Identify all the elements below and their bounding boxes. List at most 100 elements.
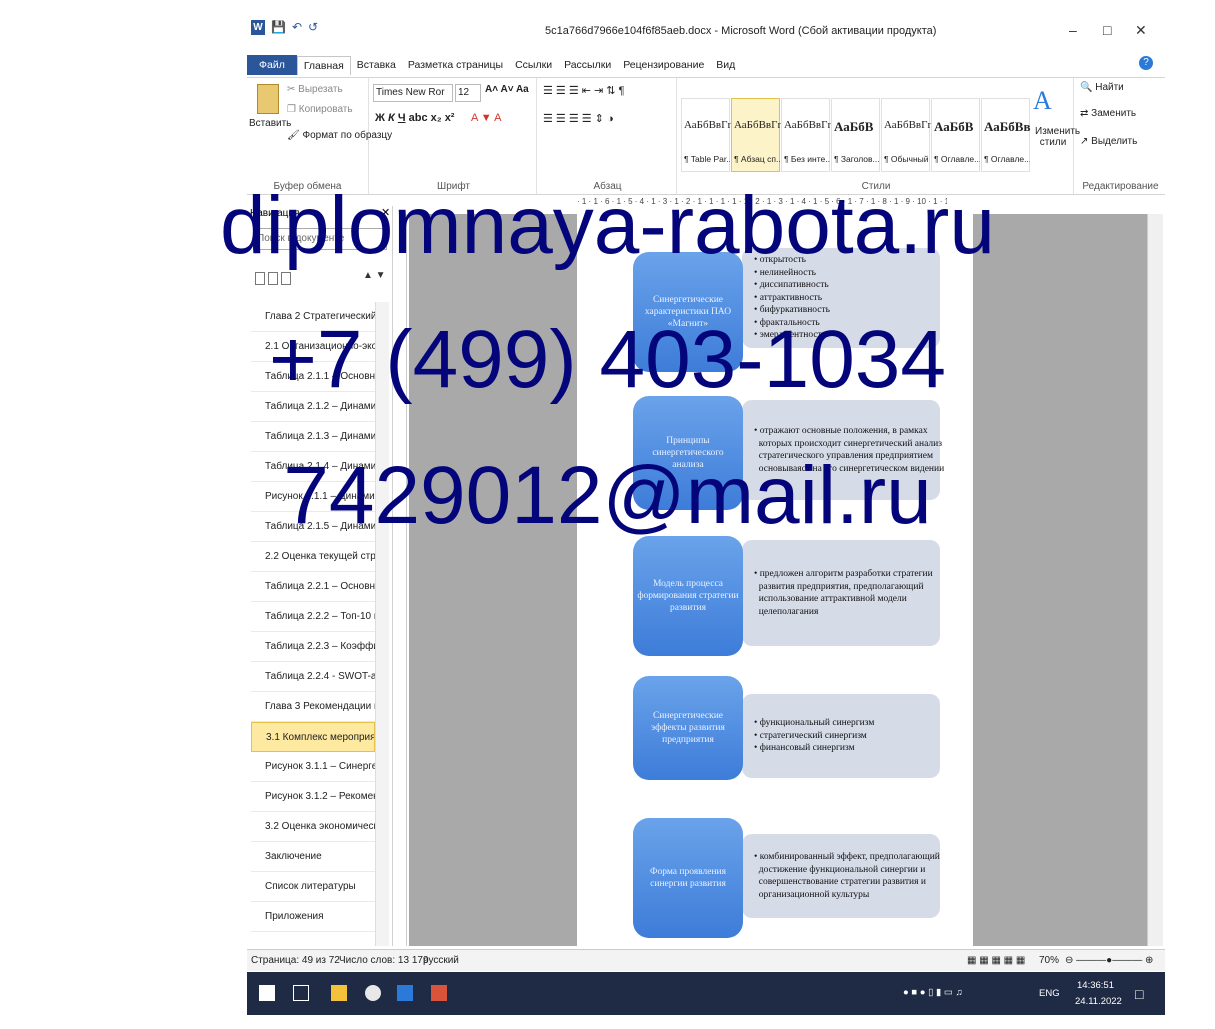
diagram-bullet: организационной культуры (758, 889, 870, 900)
style-preview-sample: АаБбВвГг (734, 119, 782, 131)
app-taskbar-icon[interactable] (431, 985, 447, 1001)
style-preview-sample: АаБбВвГг (884, 119, 932, 131)
tab-mailings[interactable]: Рассылки (558, 56, 617, 74)
nav-item[interactable]: Рисунок 3.1.1 – Синергетиче... (251, 752, 375, 782)
style-preview[interactable]: АаБбВвГг ¶ Обычный (881, 98, 932, 172)
copy-button[interactable]: ❐ Копировать (287, 104, 353, 115)
font-group: Times New Ror 12 A˄ A˅ Aa Ж К Ч abc x₂ x… (371, 78, 537, 194)
nav-item[interactable]: Список литературы (251, 872, 375, 902)
style-preview[interactable]: АаБбВвГг ¶ Абзац сп... (731, 98, 782, 172)
nav-item[interactable]: 3.2 Оценка экономической ... (251, 812, 375, 842)
nav-item[interactable]: 2.2 Оценка текущей стратег... (251, 542, 375, 572)
windows-start-icon[interactable] (259, 985, 275, 1001)
word-taskbar-icon[interactable] (397, 985, 413, 1001)
explorer-icon[interactable] (331, 985, 347, 1001)
tab-home[interactable]: Главная (296, 55, 351, 75)
nav-item[interactable]: Таблица 2.2.2 – Топ-10 горо... (251, 602, 375, 632)
nav-item[interactable]: Таблица 2.2.4 - SWOT-анали... (251, 662, 375, 692)
cut-button[interactable]: ✂ Вырезать (287, 84, 343, 95)
tab-layout[interactable]: Разметка страницы (402, 56, 509, 74)
font-size-select[interactable]: 12 (455, 84, 481, 102)
task-view-icon[interactable] (293, 985, 309, 1001)
tab-references[interactable]: Ссылки (509, 56, 558, 74)
style-preview-name: ¶ Обычный (884, 154, 929, 164)
style-preview[interactable]: АаБбВвГг ¶ Table Par... (681, 98, 732, 172)
change-styles-icon[interactable]: A (1033, 86, 1052, 116)
diagram-box: Форма проявления синергии развития (633, 818, 743, 938)
nav-item[interactable]: Таблица 2.2.1 – Основные п... (251, 572, 375, 602)
save-icon[interactable]: 💾 (271, 20, 286, 35)
screen: W 💾 ↶ ↺ 5c1a766d7966e104f6f85aeb.docx - … (0, 0, 1215, 1029)
find-button[interactable]: 🔍 Найти (1080, 82, 1124, 93)
tray-icons[interactable]: ● ■ ● ▯ ▮ ▭ ♫ (903, 987, 963, 998)
style-preview-name: ¶ Абзац сп... (734, 154, 780, 164)
nav-item[interactable]: Таблица 2.2.3 – Коэффицие... (251, 632, 375, 662)
clock-time[interactable]: 14:36:51 (1077, 980, 1114, 991)
format-buttons[interactable]: Ж К Ч abc x₂ x² (375, 112, 454, 124)
diagram-box-label: Модель процесса формирования стратегии р… (637, 579, 739, 613)
diagram-bullet: • отражают основные положения, в рамках (754, 426, 928, 436)
taskbar: ● ■ ● ▯ ▮ ▭ ♫ ENG 14:36:51 24.11.2022 □ (247, 972, 1165, 1015)
diagram-box: Синергетические эффекты развития предпри… (633, 676, 743, 780)
styles-group: АаБбВвГг ¶ Table Par... АаБбВвГг ¶ Абзац сп… (679, 78, 1080, 194)
zoom-level[interactable]: 70% (1039, 955, 1059, 966)
diagram-bullet: • аттрактивность (754, 292, 823, 303)
view-mode-icons[interactable]: ▦ ▦ ▦ ▦ ▦ (967, 955, 1025, 966)
style-preview-sample: АаБбВв (984, 119, 1031, 134)
diagram-bullet: • финансовый синергизм (754, 743, 855, 754)
diagram-bullet: достижение функциональной синергии и (758, 864, 926, 875)
style-preview-sample: АаБбВвГг (784, 119, 832, 131)
paste-icon[interactable] (257, 84, 279, 114)
clipboard-group: Вставить ✂ Вырезать ❐ Копировать 🖌 Форма… (247, 78, 392, 194)
clock-date[interactable]: 24.11.2022 (1075, 996, 1122, 1007)
paste-button[interactable]: Вставить (249, 118, 291, 129)
word-count[interactable]: Число слов: 13 179 (339, 955, 429, 966)
style-preview[interactable]: АаБбВ ¶ Заголов... (831, 98, 880, 172)
notifications-icon[interactable]: □ (1135, 986, 1143, 1002)
undo-icon[interactable]: ↶ (292, 20, 302, 35)
align-icons[interactable]: ☰ ☰ ☰ ☰ ⇕ ◑ (543, 112, 614, 125)
style-preview-name: ¶ Заголов... (834, 154, 880, 164)
style-preview-sample: АаБбВ (834, 119, 874, 134)
word-logo-icon[interactable]: W (251, 20, 265, 35)
close-icon[interactable]: ✕ (1135, 22, 1147, 39)
replace-button[interactable]: ⇄ Заменить (1080, 108, 1136, 119)
ribbon-tabs: Файл Главная Вставка Разметка страницы С… (247, 54, 1165, 76)
tab-review[interactable]: Рецензирование (617, 56, 710, 74)
zoom-slider[interactable]: ⊖ ———●——— ⊕ (1065, 955, 1153, 966)
nav-item[interactable]: 3.1 Комплекс мероприятий ... (251, 722, 375, 752)
diagram-bullet: • функциональный синергизм (754, 718, 875, 729)
font-name-select[interactable]: Times New Ror (373, 84, 453, 102)
change-styles-button[interactable]: Изменить стили (1035, 126, 1080, 148)
list-icons[interactable]: ☰ ☰ ☰ ⇤ ⇥ ⇅ ¶ (543, 84, 624, 97)
watermark-email: 7429012@mail.ru (283, 450, 932, 541)
nav-item[interactable]: Приложения (251, 902, 375, 932)
style-preview[interactable]: АаБбВв ¶ Оглавле... (981, 98, 1031, 172)
redo-icon[interactable]: ↺ (308, 20, 318, 35)
diagram-bullet: • предложен алгоритм разработки стратеги… (754, 569, 933, 579)
select-button[interactable]: ↗ Выделить (1080, 136, 1137, 147)
yandex-icon[interactable] (365, 985, 381, 1001)
quick-access-toolbar: W 💾 ↶ ↺ (251, 20, 318, 35)
tab-file[interactable]: Файл (247, 55, 297, 75)
minimize-icon[interactable]: – (1069, 22, 1077, 38)
restore-icon[interactable]: □ (1103, 22, 1111, 38)
diagram-bullet: совершенствование стратегии развития и (758, 877, 926, 887)
font-color-icon[interactable]: A ▼ A (471, 112, 501, 124)
help-icon[interactable]: ? (1139, 56, 1153, 70)
page-count[interactable]: Страница: 49 из 72 (251, 955, 340, 966)
diagram-box: Модель процесса формирования стратегии р… (633, 536, 743, 656)
input-lang[interactable]: ENG (1039, 988, 1060, 999)
nav-item[interactable]: Заключение (251, 842, 375, 872)
status-bar: Страница: 49 из 72 Число слов: 13 179 ру… (247, 949, 1165, 971)
style-preview[interactable]: АаБбВ ¶ Оглавле... (931, 98, 980, 172)
style-preview[interactable]: АаБбВвГг ¶ Без инте... (781, 98, 832, 172)
diagram-bullets: • комбинированный эффект, предполагающий… (754, 851, 940, 901)
diagram-bullet: • диссипативность (754, 280, 829, 291)
nav-item[interactable]: Рисунок 3.1.2 – Рекомендуе... (251, 782, 375, 812)
tab-insert[interactable]: Вставка (351, 56, 402, 74)
language[interactable]: русский (423, 955, 459, 966)
nav-item[interactable]: Глава 3 Рекомендации по с... (251, 692, 375, 722)
tab-view[interactable]: Вид (710, 56, 741, 74)
grow-font-icon[interactable]: A˄ A˅ Aa (485, 84, 529, 95)
